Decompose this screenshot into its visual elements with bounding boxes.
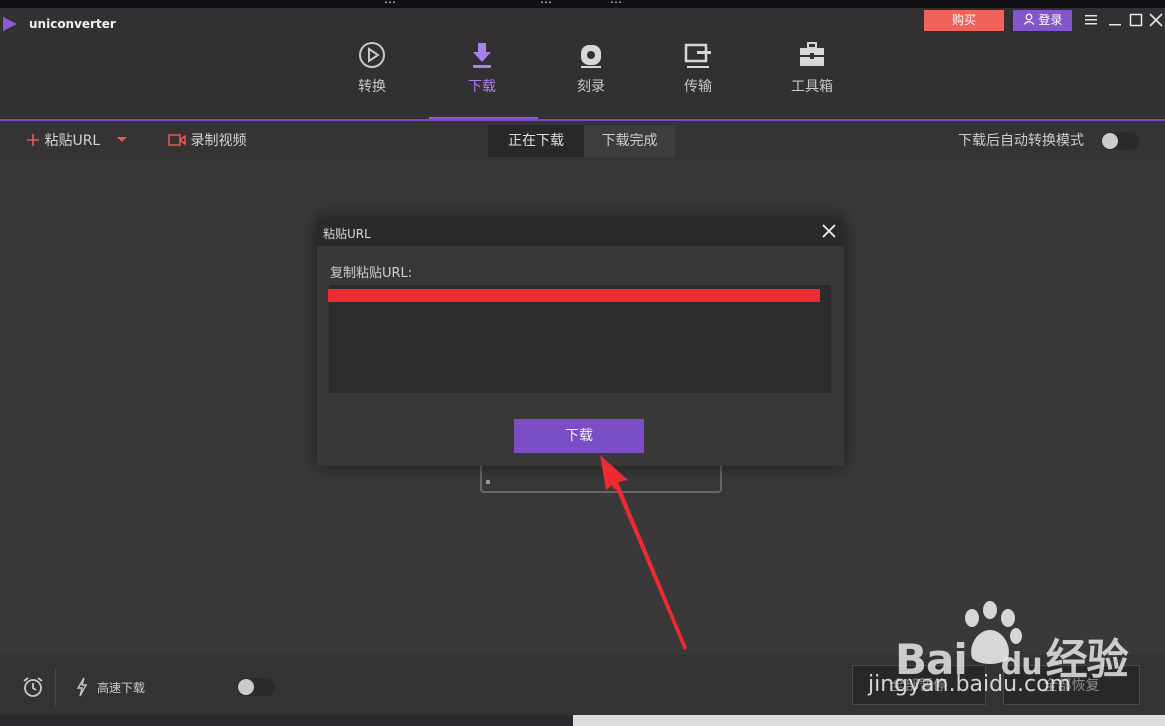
high-speed-download-label: 高速下载 (97, 681, 146, 695)
user-icon (1023, 13, 1035, 25)
app-name: uniconverter (29, 17, 116, 31)
auto-convert-toggle[interactable] (1101, 132, 1139, 150)
annotation-arrow (600, 455, 687, 650)
os-strip-item: … (540, 0, 552, 6)
os-strip-item: … (610, 0, 622, 6)
background-dot (486, 480, 490, 484)
tab-burn-label: 刻录 (577, 79, 605, 95)
tab-finished[interactable]: 下载完成 (584, 125, 675, 157)
tab-downloading[interactable]: 正在下载 (488, 125, 584, 157)
burn-disc-icon (581, 45, 601, 68)
os-bottom-strip-light (573, 715, 1165, 726)
maximize-icon[interactable] (1127, 11, 1145, 29)
high-speed-toggle[interactable] (237, 678, 275, 696)
alarm-clock-icon[interactable] (22, 676, 44, 698)
login-button[interactable]: 登录 (1013, 10, 1072, 31)
url-redaction-mark (328, 289, 820, 302)
tab-transfer[interactable]: 传输 (658, 40, 738, 110)
tab-burn[interactable]: 刻录 (551, 40, 631, 110)
tab-download[interactable]: 下载 (442, 40, 522, 110)
record-video-label: 录制视频 (190, 133, 247, 149)
record-video-button[interactable]: 录制视频 (168, 130, 246, 152)
convert-icon (359, 42, 385, 68)
download-icon (473, 43, 491, 68)
dialog-close-icon[interactable] (820, 222, 838, 240)
watermark-url: jingyan.baidu.com (868, 672, 1072, 697)
bottom-divider (55, 668, 56, 706)
paste-url-label: 粘贴URL (44, 133, 101, 149)
dialog-title: 粘贴URL (323, 227, 371, 241)
tab-download-label: 下载 (468, 79, 496, 95)
buy-button[interactable]: 购买 (924, 10, 1004, 31)
close-window-icon[interactable] (1147, 11, 1165, 29)
toolbox-icon (800, 42, 824, 66)
auto-convert-label: 下载后自动转换模式 (958, 133, 1084, 149)
login-label: 登录 (1038, 13, 1063, 27)
tab-toolbox-label: 工具箱 (791, 79, 833, 95)
toggle-knob (238, 679, 254, 695)
app-logo-icon (3, 17, 17, 31)
tab-toolbox[interactable]: 工具箱 (772, 40, 852, 110)
tab-convert-label: 转换 (358, 79, 386, 95)
video-camera-icon (168, 134, 186, 146)
plus-icon (27, 134, 39, 146)
menu-icon[interactable] (1082, 11, 1100, 29)
minimize-icon[interactable] (1106, 11, 1124, 29)
url-field-label: 复制粘贴URL: (330, 266, 413, 281)
dialog-titlebar (317, 218, 844, 246)
paste-url-button[interactable]: 粘贴URL (26, 130, 127, 152)
transfer-icon (684, 43, 711, 68)
lightning-icon (76, 677, 88, 697)
chevron-down-icon[interactable] (116, 136, 127, 144)
os-taskbar-strip: … … … (0, 0, 1165, 8)
os-strip-item: … (384, 0, 396, 6)
download-button[interactable]: 下载 (514, 419, 644, 453)
tab-transfer-label: 传输 (684, 79, 712, 95)
tab-convert[interactable]: 转换 (332, 40, 412, 110)
toggle-knob (1102, 133, 1118, 149)
